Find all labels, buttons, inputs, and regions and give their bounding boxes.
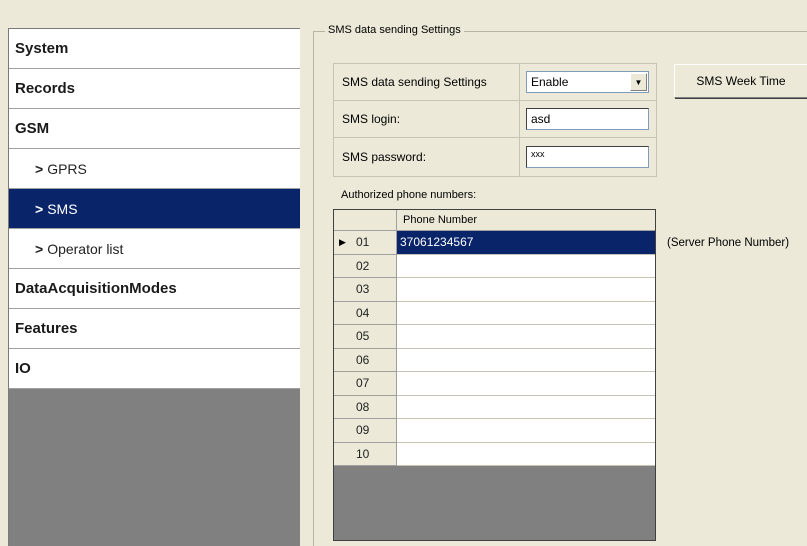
row-header[interactable]: ▶ 01 <box>334 231 397 255</box>
table-row[interactable]: 03 <box>334 278 655 302</box>
form-row-login: SMS login: asd <box>334 101 656 138</box>
row-header[interactable]: 07 <box>334 372 397 396</box>
sidebar-item-label: SMS <box>47 200 78 217</box>
sidebar-item-sms[interactable]: > SMS <box>9 189 300 229</box>
table-row[interactable]: 09 <box>334 419 655 443</box>
phone-number-cell[interactable] <box>397 419 655 443</box>
phone-number-cell[interactable] <box>397 301 655 325</box>
phone-number-cell[interactable] <box>397 278 655 302</box>
row-header[interactable]: 02 <box>334 254 397 278</box>
phone-number-cell[interactable] <box>397 395 655 419</box>
sidebar-item-label: IO <box>15 360 31 377</box>
groupbox-title: SMS data sending Settings <box>325 24 464 36</box>
row-header[interactable]: 05 <box>334 325 397 349</box>
sidebar-item-data-acquisition-modes[interactable]: DataAcquisitionModes <box>9 269 300 309</box>
sidebar-item-gprs[interactable]: > GPRS <box>9 149 300 189</box>
column-header-phone-number[interactable]: Phone Number <box>397 210 655 231</box>
phone-number-cell[interactable] <box>397 372 655 396</box>
sms-login-label: SMS login: <box>334 101 520 137</box>
row-header[interactable]: 10 <box>334 442 397 466</box>
sending-settings-label: SMS data sending Settings <box>334 64 520 100</box>
table-row[interactable]: 06 <box>334 348 655 372</box>
sidebar-item-gsm[interactable]: GSM <box>9 109 300 149</box>
table-row[interactable]: 05 <box>334 325 655 349</box>
sidebar-item-io[interactable]: IO <box>9 349 300 389</box>
sms-week-time-button[interactable]: SMS Week Time <box>674 64 807 98</box>
table-row[interactable]: 08 <box>334 395 655 419</box>
chevron-right-icon: > <box>35 200 44 217</box>
grid-header-row: Phone Number <box>334 210 655 231</box>
sidebar-item-label: Operator list <box>47 240 124 257</box>
phone-number-cell[interactable] <box>397 325 655 349</box>
row-header[interactable]: 08 <box>334 395 397 419</box>
sidebar-nav: System Records GSM > GPRS > SMS > Operat… <box>8 28 300 546</box>
table-row[interactable]: ▶ 01 37061234567 <box>334 231 655 255</box>
table-row[interactable]: 02 <box>334 254 655 278</box>
sidebar-item-label: Records <box>15 80 76 97</box>
chevron-right-icon: > <box>35 240 44 257</box>
row-pointer-icon: ▶ <box>339 236 346 247</box>
table-row[interactable]: 07 <box>334 372 655 396</box>
dropdown-value: Enable <box>531 75 569 89</box>
sidebar-item-label: GSM <box>15 120 50 137</box>
phone-number-cell[interactable] <box>397 348 655 372</box>
sidebar-item-operator-list[interactable]: > Operator list <box>9 229 300 269</box>
phone-number-cell[interactable] <box>397 442 655 466</box>
grid-corner <box>334 210 397 231</box>
sidebar-item-records[interactable]: Records <box>9 69 300 109</box>
chevron-right-icon: > <box>35 160 44 177</box>
row-header[interactable]: 03 <box>334 278 397 302</box>
row-index: 01 <box>356 235 370 250</box>
row-header[interactable]: 04 <box>334 301 397 325</box>
server-phone-number-note: (Server Phone Number) <box>667 237 790 249</box>
sidebar-item-system[interactable]: System <box>9 29 300 69</box>
sms-settings-form: SMS data sending Settings Enable ▼ SMS l… <box>333 63 657 177</box>
sidebar-item-label: System <box>15 40 69 57</box>
sms-login-input[interactable]: asd <box>526 108 649 130</box>
sms-password-label: SMS password: <box>334 138 520 176</box>
table-row[interactable]: 04 <box>334 301 655 325</box>
sidebar-item-label: GPRS <box>47 160 87 177</box>
row-header[interactable]: 09 <box>334 419 397 443</box>
phone-number-cell[interactable]: 37061234567 <box>397 231 655 255</box>
sending-settings-dropdown[interactable]: Enable ▼ <box>526 71 649 93</box>
table-row[interactable]: 10 <box>334 442 655 466</box>
sidebar-item-label: DataAcquisitionModes <box>15 280 177 297</box>
form-row-sending: SMS data sending Settings Enable ▼ <box>334 64 656 101</box>
chevron-down-icon[interactable]: ▼ <box>630 73 647 91</box>
sms-password-input[interactable]: xxx <box>526 146 649 168</box>
authorized-numbers-label: Authorized phone numbers: <box>341 189 477 201</box>
phone-number-cell[interactable] <box>397 254 655 278</box>
authorized-numbers-grid: Phone Number ▶ 01 37061234567 02 03 04 0… <box>333 209 656 541</box>
row-header[interactable]: 06 <box>334 348 397 372</box>
sidebar-item-features[interactable]: Features <box>9 309 300 349</box>
sidebar-item-label: Features <box>15 320 78 337</box>
form-row-password: SMS password: xxx <box>334 138 656 176</box>
